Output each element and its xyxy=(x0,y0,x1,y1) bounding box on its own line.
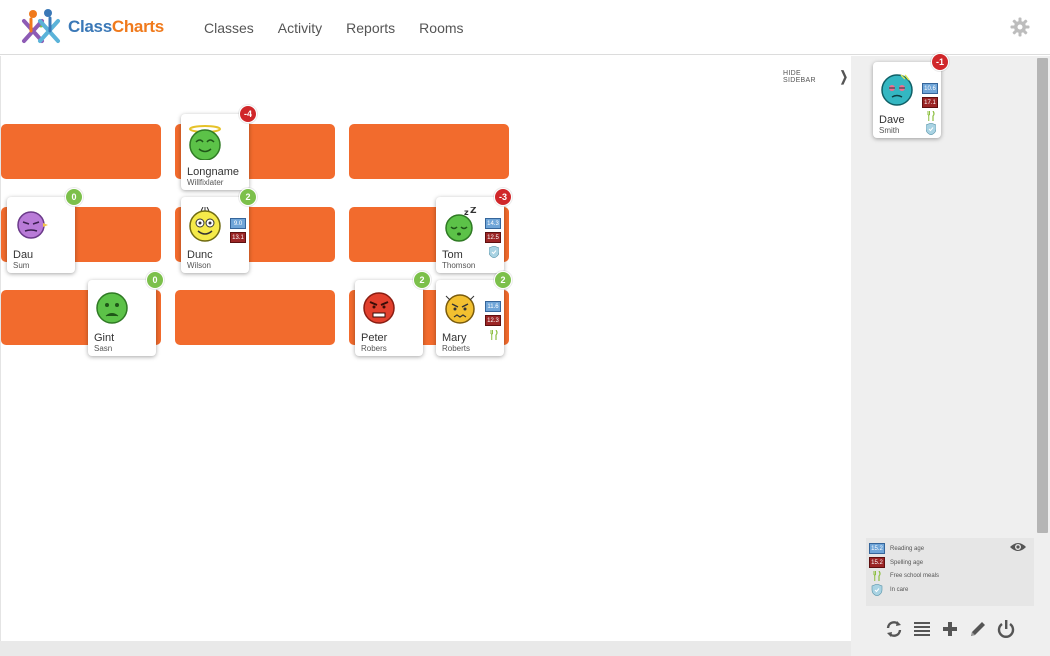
desk[interactable] xyxy=(175,290,335,345)
svg-text:z: z xyxy=(464,208,469,217)
student-last-name: Willfixlater xyxy=(187,178,224,187)
svg-text:Z: Z xyxy=(470,207,477,216)
student-first-name: Dave xyxy=(879,114,905,126)
classcharts-logo[interactable]: ClassCharts xyxy=(20,6,170,48)
student-card[interactable]: Dave Smith -1 10.6 17.1 xyxy=(873,53,949,138)
student-first-name: Gint xyxy=(94,332,115,344)
legend-panel: 15.2 Reading age 15.2 Spelling age Free … xyxy=(866,538,1034,606)
desk[interactable] xyxy=(1,124,161,179)
behaviour-score-badge: 2 xyxy=(413,271,431,289)
behaviour-score-badge: -3 xyxy=(494,188,512,206)
nav-activity[interactable]: Activity xyxy=(278,20,322,36)
legend-label: Spelling age xyxy=(890,559,924,566)
in-care-shield-icon xyxy=(926,123,936,135)
behaviour-score-badge: 0 xyxy=(65,188,83,206)
student-last-name: Sum xyxy=(13,261,30,270)
refresh-icon[interactable] xyxy=(884,619,904,639)
student-last-name: Smith xyxy=(879,126,900,135)
desk[interactable] xyxy=(349,124,509,179)
legend-label: Free school meals xyxy=(890,573,940,579)
purple-face-avatar-icon xyxy=(17,211,48,239)
spelling-age-tag: 13.1 xyxy=(230,232,246,243)
student-card[interactable]: Mary Roberts 2 11.6 12.3 xyxy=(436,271,512,356)
student-last-name: Robers xyxy=(361,344,387,353)
legend-spelling-age: 15.2 Spelling age xyxy=(869,557,923,568)
student-first-name: Dunc xyxy=(187,249,213,261)
brand-name-class: Class xyxy=(68,17,112,36)
brand-name: ClassCharts xyxy=(68,17,164,37)
spelling-age-tag: 12.5 xyxy=(485,232,501,243)
reading-age-tag: 10.6 xyxy=(922,83,938,94)
teal-face-avatar-icon xyxy=(881,74,913,106)
reading-age-tag: 11.6 xyxy=(485,301,501,312)
legend-reading-age: 15.2 Reading age xyxy=(869,543,924,554)
legend-label: In care xyxy=(890,587,909,593)
list-icon[interactable] xyxy=(912,619,932,639)
sleepy-face-avatar-icon: z Z xyxy=(445,207,477,242)
behaviour-score-badge: 2 xyxy=(239,188,257,206)
reading-age-sample: 15.2 xyxy=(869,543,885,554)
student-card[interactable]: Dau Sum 0 xyxy=(7,188,83,273)
spelling-age-tag: 17.1 xyxy=(922,97,938,108)
student-card[interactable]: z Z Tom Thomson -3 14.3 12.5 xyxy=(436,188,512,273)
student-last-name: Wilson xyxy=(187,261,212,270)
top-navigation-bar: ClassCharts Classes Activity Reports Roo… xyxy=(0,0,1050,55)
in-care-shield-icon xyxy=(489,246,499,258)
student-card[interactable]: Dunc Wilson 2 9.0 13.1 xyxy=(181,188,257,273)
free-school-meals-icon xyxy=(927,111,935,121)
behaviour-score-badge: 0 xyxy=(146,271,164,289)
in-care-shield-icon xyxy=(871,584,883,596)
student-last-name: Roberts xyxy=(442,344,471,353)
behaviour-score-badge: -4 xyxy=(239,105,257,123)
free-school-meals-icon xyxy=(490,330,498,340)
angry-face-avatar-icon xyxy=(363,292,395,324)
student-card[interactable]: Gint Sasn 0 xyxy=(88,271,164,356)
student-last-name: Sasn xyxy=(94,344,113,353)
student-first-name: Longname xyxy=(187,166,239,178)
student-last-name: Thomson xyxy=(442,261,476,270)
nav-reports[interactable]: Reports xyxy=(346,20,395,36)
edit-pencil-icon[interactable] xyxy=(968,619,988,639)
student-card[interactable]: Peter Robers 2 xyxy=(355,271,431,356)
hide-sidebar-label: HIDE SIDEBAR xyxy=(783,69,816,84)
student-first-name: Dau xyxy=(13,249,34,261)
nav-rooms[interactable]: Rooms xyxy=(419,20,463,36)
footer-bar xyxy=(0,641,851,656)
add-plus-icon[interactable] xyxy=(940,619,960,639)
spelling-age-tag: 12.3 xyxy=(485,315,501,326)
reading-age-tag: 14.3 xyxy=(485,218,501,229)
angel-face-avatar-icon xyxy=(189,125,221,160)
reading-age-tag: 9.0 xyxy=(230,218,246,229)
happy-face-avatar-icon xyxy=(189,207,221,242)
student-first-name: Peter xyxy=(361,332,388,344)
behaviour-score-badge: 2 xyxy=(494,271,512,289)
hide-sidebar-button[interactable]: HIDE SIDEBAR ❯ xyxy=(783,68,850,85)
student-first-name: Tom xyxy=(442,249,463,261)
brand-name-charts: Charts xyxy=(111,17,164,36)
sidebar-scrollbar[interactable] xyxy=(1037,58,1048,533)
legend-label: Reading age xyxy=(890,545,925,552)
sidebar-toolbar xyxy=(880,616,1020,642)
spelling-age-sample: 15.2 xyxy=(869,557,885,568)
main-nav: Classes Activity Reports Rooms xyxy=(192,0,476,55)
free-school-meals-icon xyxy=(873,571,881,581)
chevron-right-icon: ❯ xyxy=(839,68,849,84)
worried-face-avatar-icon xyxy=(445,294,475,324)
settings-gear-icon[interactable] xyxy=(1010,17,1030,37)
sad-face-avatar-icon xyxy=(96,292,128,324)
behaviour-score-badge: -1 xyxy=(931,53,949,71)
legend-in-care: In care xyxy=(869,584,908,596)
legend-free-school-meals: Free school meals xyxy=(869,571,939,581)
power-icon[interactable] xyxy=(996,619,1016,639)
student-first-name: Mary xyxy=(442,332,467,344)
logo-figures-icon xyxy=(22,9,60,43)
eye-icon[interactable] xyxy=(1009,541,1027,553)
nav-classes[interactable]: Classes xyxy=(204,20,254,36)
student-card[interactable]: Longname Willfixlater -4 xyxy=(181,105,257,190)
